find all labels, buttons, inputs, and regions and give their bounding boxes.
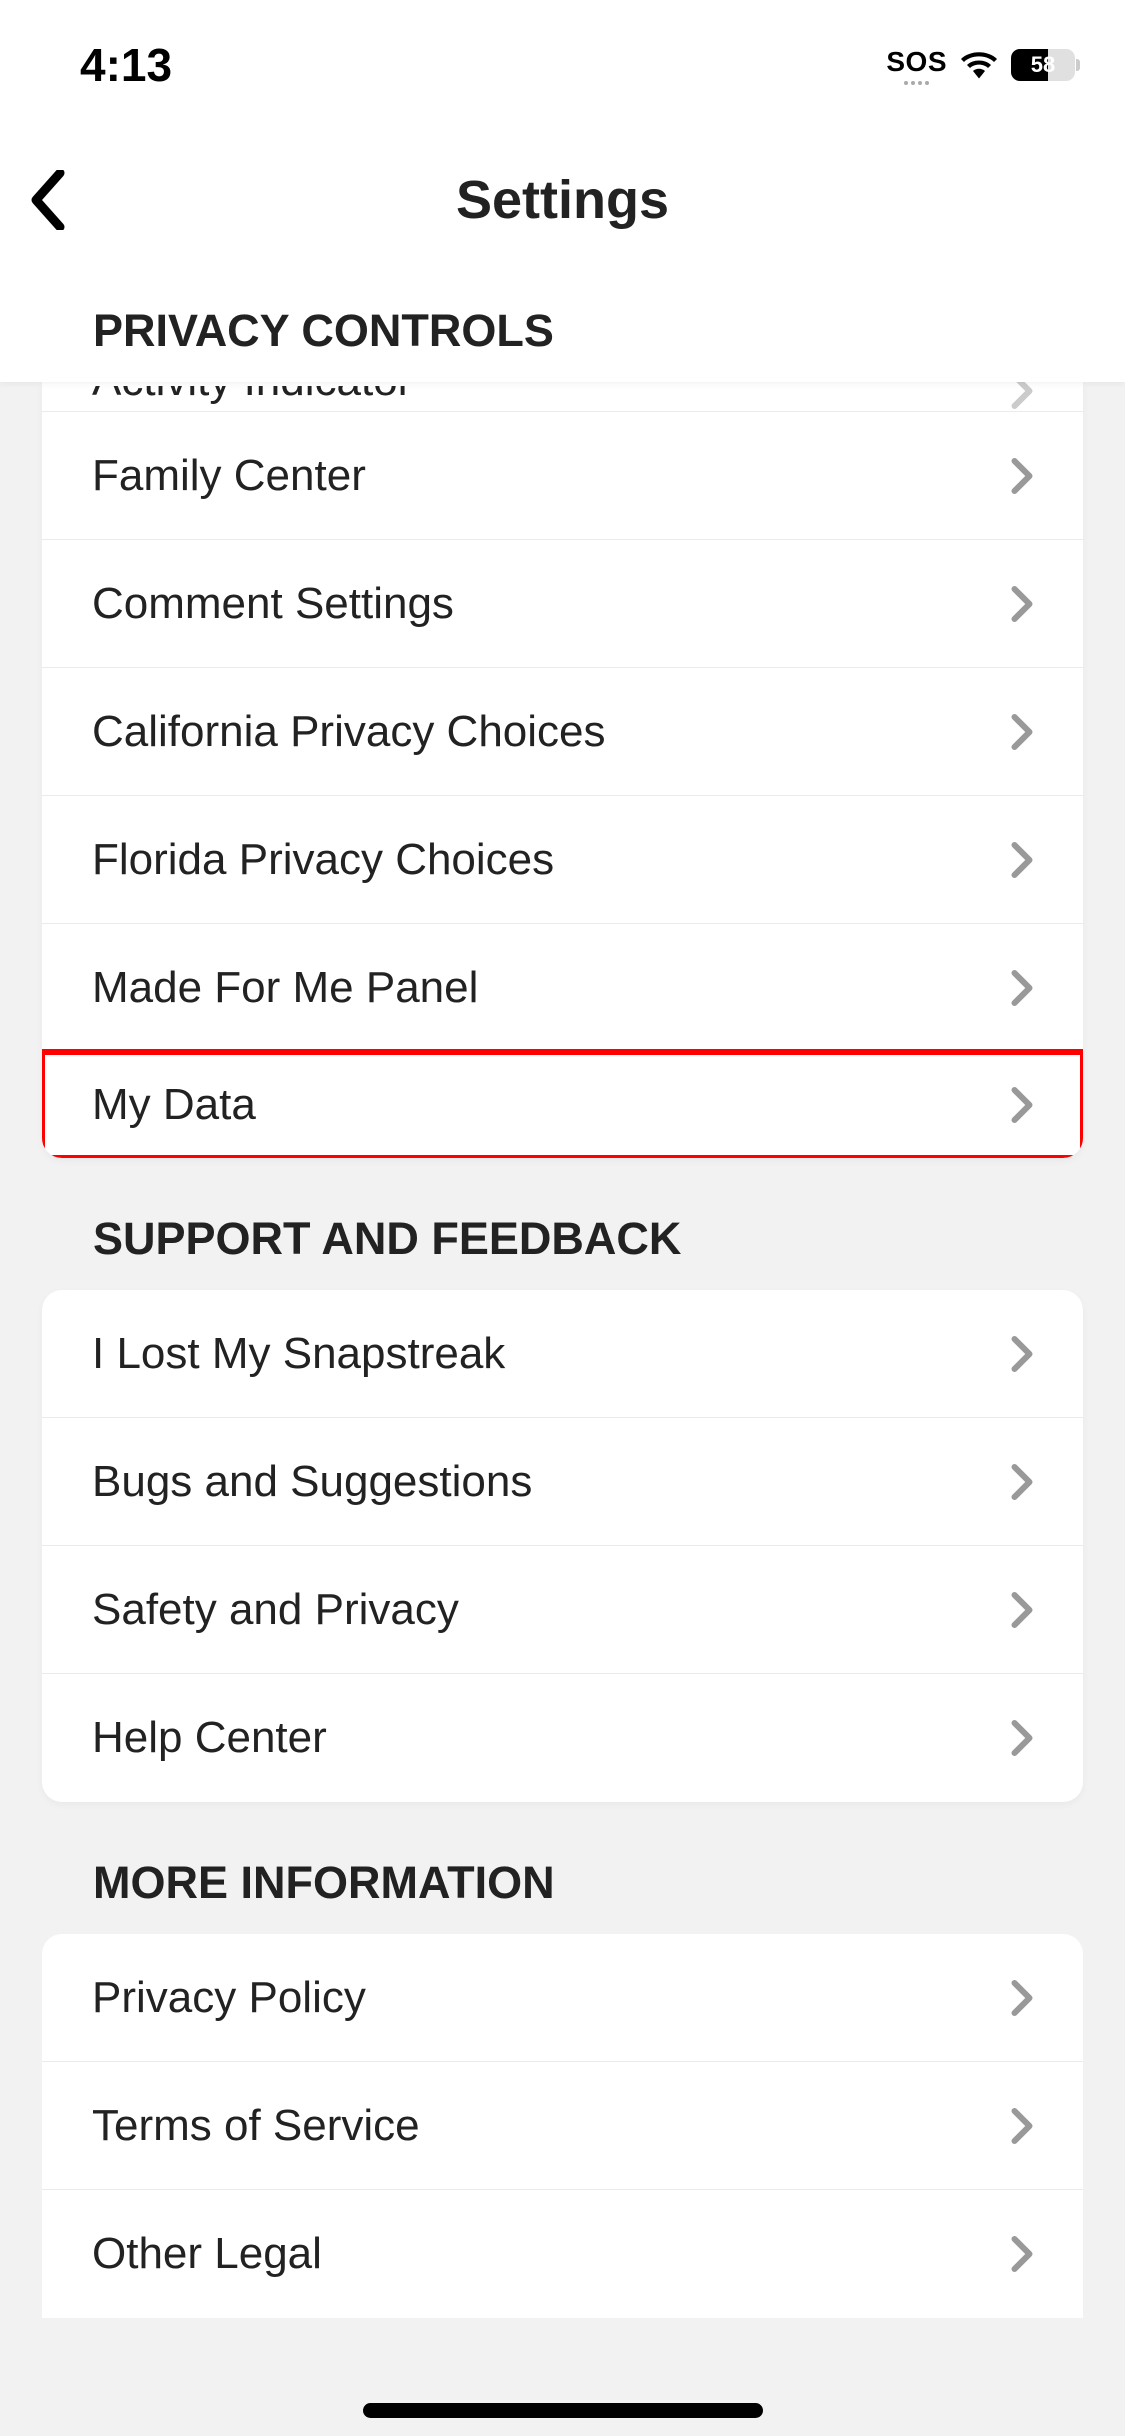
row-label: Bugs and Suggestions	[92, 1457, 532, 1507]
row-label: Safety and Privacy	[92, 1585, 459, 1635]
settings-row-california-privacy[interactable]: California Privacy Choices	[42, 668, 1083, 796]
header: Settings	[0, 130, 1125, 270]
chevron-right-icon	[1011, 586, 1033, 622]
signal-dots	[904, 81, 929, 85]
chevron-right-icon	[1011, 1592, 1033, 1628]
settings-row-my-data[interactable]: My Data	[42, 1049, 1083, 1158]
chevron-right-icon	[1011, 842, 1033, 878]
privacy-controls-group: Activity Indicator Family Center Comment…	[42, 382, 1083, 1158]
row-label: Florida Privacy Choices	[92, 835, 554, 885]
row-label: Made For Me Panel	[92, 963, 478, 1013]
row-label: Other Legal	[92, 2229, 322, 2279]
chevron-right-icon	[1011, 1336, 1033, 1372]
chevron-right-icon	[1011, 1087, 1033, 1123]
row-label: California Privacy Choices	[92, 707, 606, 757]
settings-row-comment-settings[interactable]: Comment Settings	[42, 540, 1083, 668]
settings-row-made-for-me[interactable]: Made For Me Panel	[42, 924, 1083, 1052]
row-label: Privacy Policy	[92, 1973, 366, 2023]
settings-row-bugs[interactable]: Bugs and Suggestions	[42, 1418, 1083, 1546]
row-label: Comment Settings	[92, 579, 454, 629]
row-label: Terms of Service	[92, 2101, 420, 2151]
section-header-more-info: MORE INFORMATION	[0, 1802, 1125, 1934]
chevron-right-icon	[1011, 1720, 1033, 1756]
home-indicator[interactable]	[363, 2403, 763, 2418]
page-title: Settings	[0, 169, 1125, 231]
settings-row-privacy-policy[interactable]: Privacy Policy	[42, 1934, 1083, 2062]
chevron-right-icon	[1011, 382, 1033, 409]
settings-row-terms[interactable]: Terms of Service	[42, 2062, 1083, 2190]
row-label: My Data	[92, 1080, 256, 1130]
battery-percent: 58	[1011, 52, 1075, 78]
section-header-privacy: PRIVACY CONTROLS	[0, 270, 1125, 382]
settings-row-snapstreak[interactable]: I Lost My Snapstreak	[42, 1290, 1083, 1418]
settings-row-partial[interactable]: Activity Indicator	[42, 382, 1083, 412]
chevron-right-icon	[1011, 2108, 1033, 2144]
chevron-right-icon	[1011, 458, 1033, 494]
content-area[interactable]: Activity Indicator Family Center Comment…	[0, 382, 1125, 2318]
wifi-icon	[961, 51, 997, 79]
battery-icon: 58	[1011, 49, 1075, 81]
status-right: SOS 58	[886, 46, 1075, 85]
more-information-group: Privacy Policy Terms of Service Other Le…	[42, 1934, 1083, 2318]
settings-row-florida-privacy[interactable]: Florida Privacy Choices	[42, 796, 1083, 924]
support-feedback-group: I Lost My Snapstreak Bugs and Suggestion…	[42, 1290, 1083, 1802]
sos-text: SOS	[886, 46, 947, 78]
row-label: Family Center	[92, 451, 366, 501]
status-time: 4:13	[80, 38, 172, 92]
settings-row-safety[interactable]: Safety and Privacy	[42, 1546, 1083, 1674]
network-status: SOS	[886, 46, 947, 85]
settings-row-help-center[interactable]: Help Center	[42, 1674, 1083, 1802]
status-bar: 4:13 SOS 58	[0, 0, 1125, 130]
chevron-right-icon	[1011, 714, 1033, 750]
chevron-right-icon	[1011, 2236, 1033, 2272]
settings-row-other-legal[interactable]: Other Legal	[42, 2190, 1083, 2318]
chevron-right-icon	[1011, 1464, 1033, 1500]
row-label: I Lost My Snapstreak	[92, 1329, 505, 1379]
settings-row-family-center[interactable]: Family Center	[42, 412, 1083, 540]
chevron-right-icon	[1011, 970, 1033, 1006]
row-label: Help Center	[92, 1713, 327, 1763]
chevron-right-icon	[1011, 1980, 1033, 2016]
section-header-support: SUPPORT AND FEEDBACK	[0, 1158, 1125, 1290]
row-label: Activity Indicator	[92, 382, 412, 406]
